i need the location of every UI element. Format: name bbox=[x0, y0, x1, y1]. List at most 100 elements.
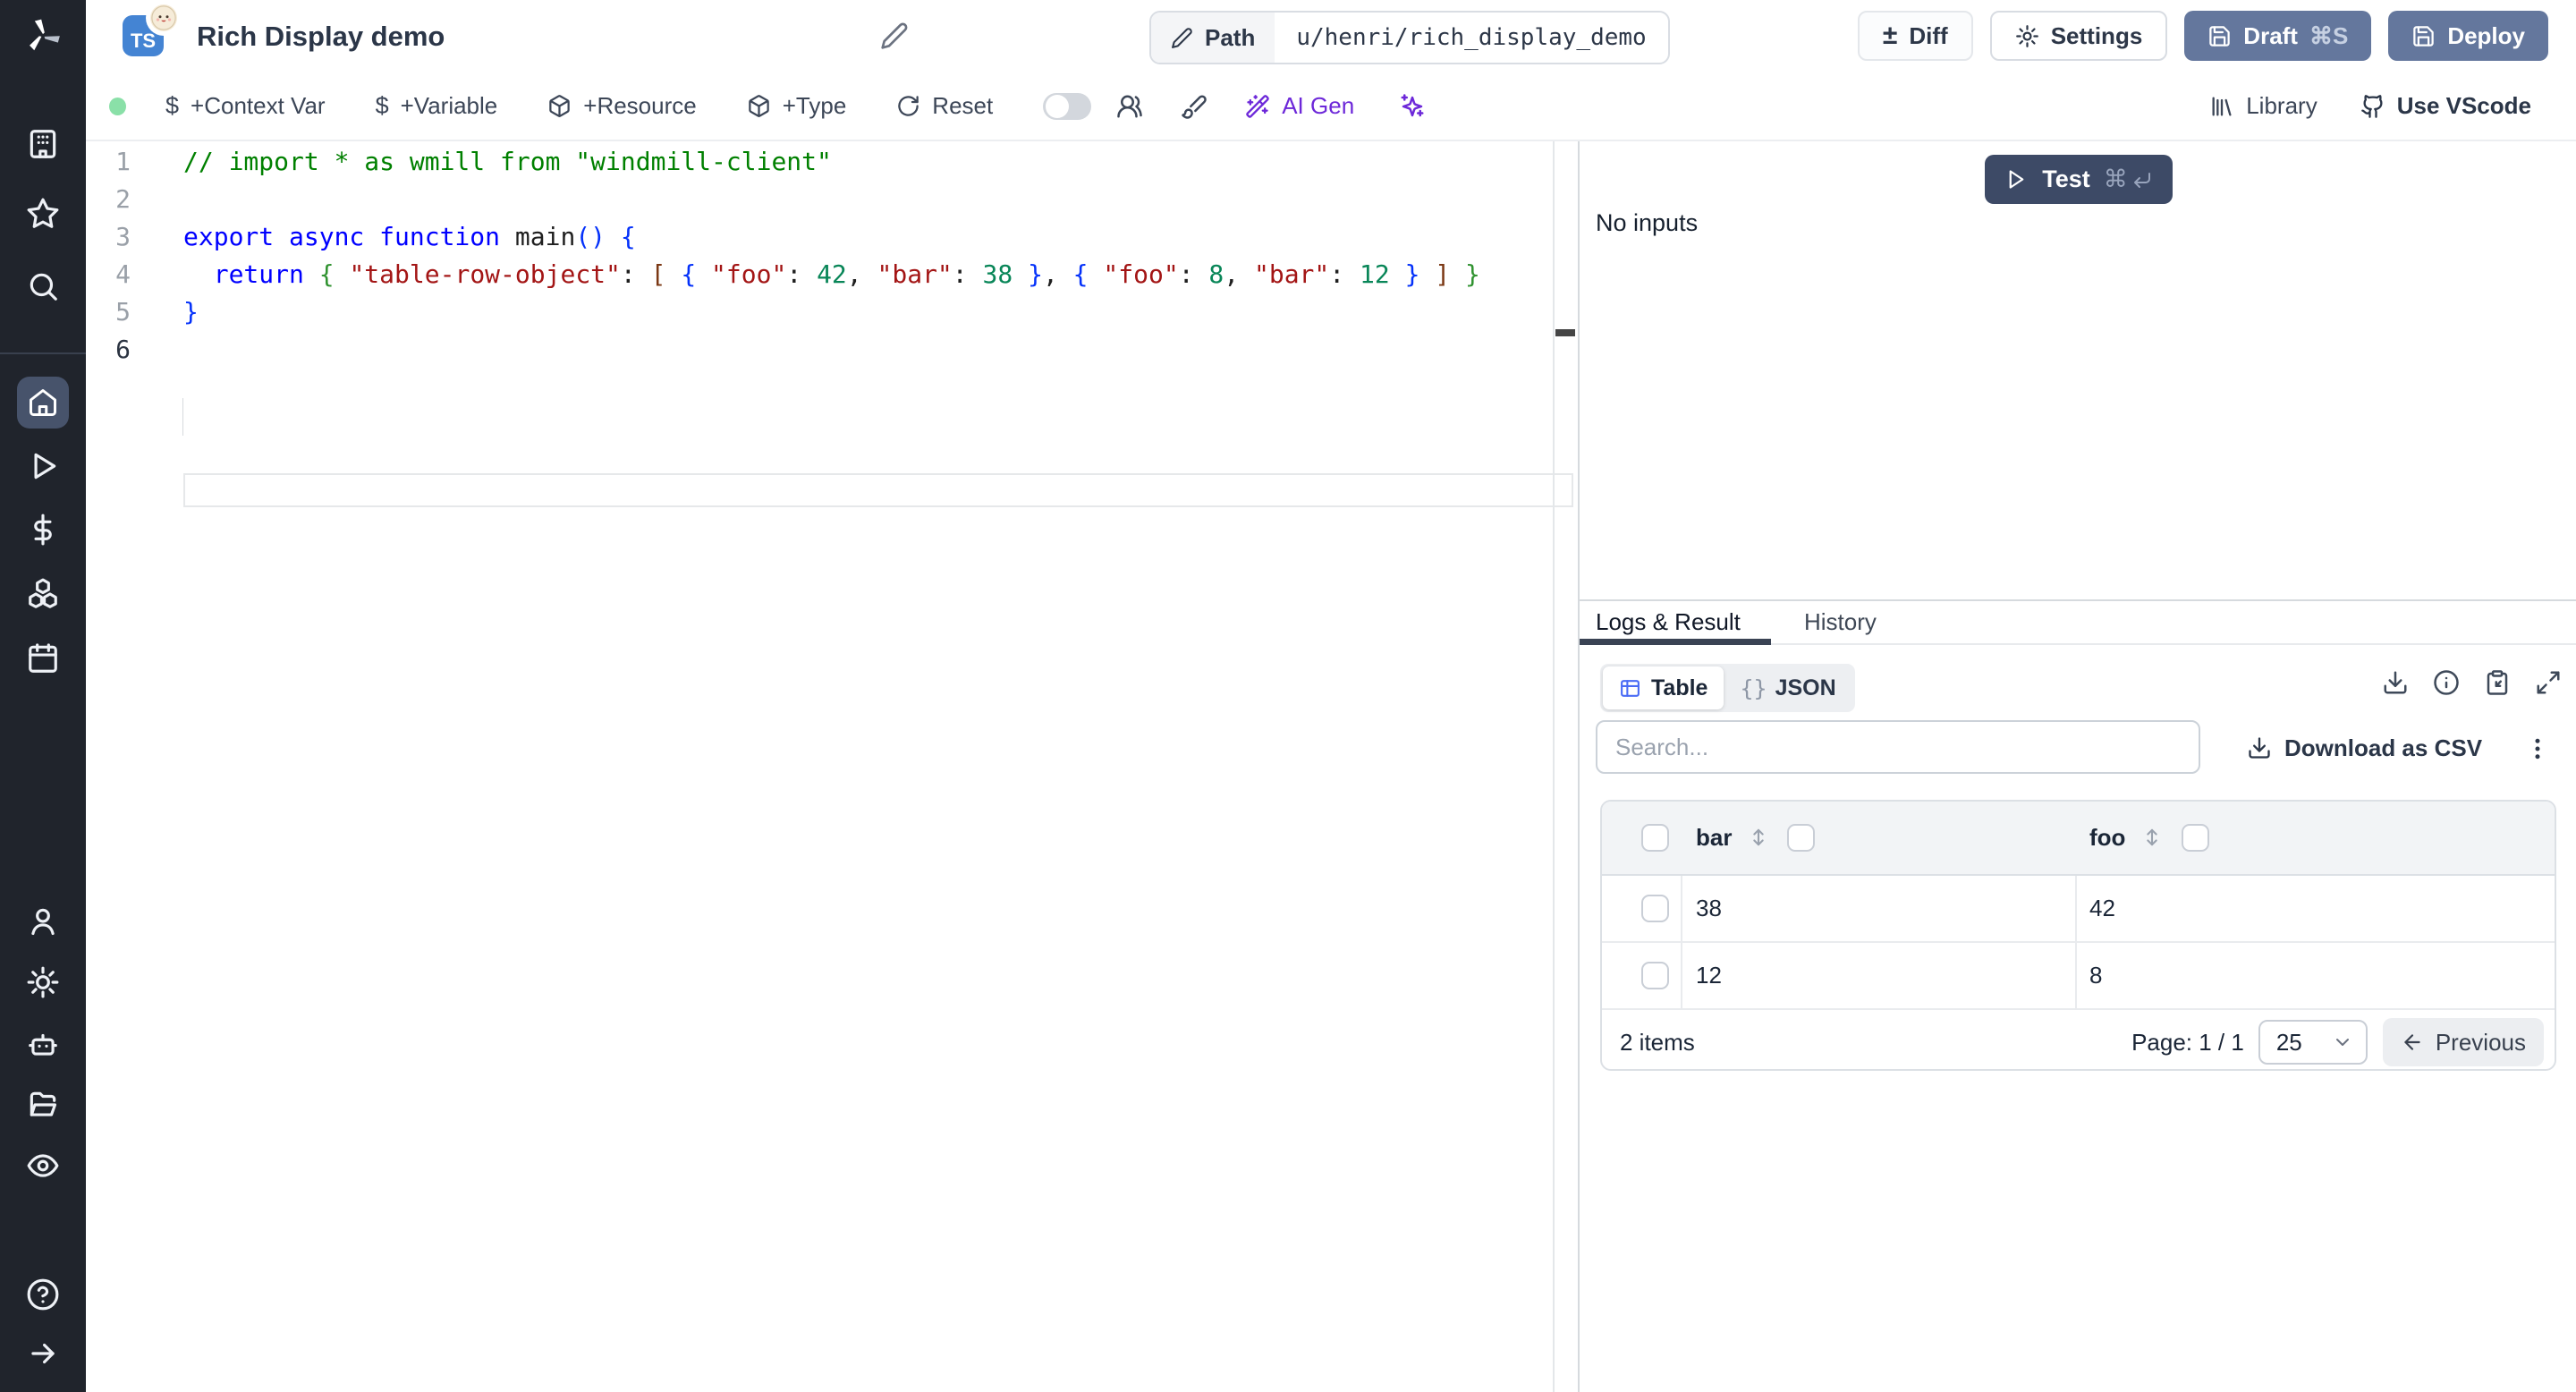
test-button[interactable]: Test ⌘ bbox=[1985, 155, 2173, 204]
column-foo-checkbox[interactable] bbox=[2182, 824, 2209, 852]
wand-icon bbox=[1246, 94, 1269, 118]
ai-sparkles-button[interactable] bbox=[1399, 93, 1426, 120]
add-type-button[interactable]: +Type bbox=[747, 92, 846, 120]
save-icon bbox=[2209, 25, 2231, 47]
row-checkbox[interactable] bbox=[1641, 895, 1669, 922]
column-header-foo[interactable]: foo bbox=[2089, 802, 2125, 874]
settings-button[interactable]: Settings bbox=[1989, 11, 2168, 61]
multiplayer-users-button[interactable] bbox=[1116, 93, 1143, 120]
column-header-bar[interactable]: bar bbox=[1696, 802, 1732, 874]
path-value[interactable]: u/henri/rich_display_demo bbox=[1275, 13, 1667, 63]
tab-logs-result[interactable]: Logs & Result bbox=[1596, 601, 1741, 642]
sidebar-item-users[interactable] bbox=[0, 904, 86, 938]
sidebar-item-audit-logs[interactable] bbox=[0, 1149, 86, 1183]
multiplayer-toggle[interactable] bbox=[1043, 92, 1092, 120]
info-icon[interactable] bbox=[2433, 669, 2460, 696]
row-checkbox[interactable] bbox=[1641, 962, 1669, 989]
tab-history[interactable]: History bbox=[1804, 601, 1877, 642]
search-input[interactable] bbox=[1597, 722, 2199, 772]
kebab-icon bbox=[2535, 738, 2540, 760]
arrow-left-icon bbox=[2404, 1034, 2420, 1050]
diff-button[interactable]: ± Diff bbox=[1857, 11, 1973, 61]
code-line[interactable] bbox=[183, 181, 1480, 218]
sidebar-item-folders[interactable] bbox=[0, 1088, 86, 1122]
command-icon: ⌘ bbox=[2103, 166, 2128, 192]
windmill-logo[interactable] bbox=[0, 16, 86, 55]
brush-icon bbox=[1182, 94, 1207, 119]
table-row[interactable]: 38 42 bbox=[1602, 876, 2555, 943]
clipboard-copy-icon[interactable] bbox=[2484, 669, 2511, 696]
table-row[interactable]: 12 8 bbox=[1602, 943, 2555, 1010]
table-search[interactable] bbox=[1596, 720, 2200, 774]
building-icon bbox=[30, 130, 56, 158]
select-all-checkbox[interactable] bbox=[1641, 824, 1669, 852]
code-line[interactable]: export async function main() { bbox=[183, 218, 1480, 256]
sidebar-item-variables[interactable] bbox=[0, 513, 86, 547]
column-bar-checkbox[interactable] bbox=[1787, 824, 1815, 852]
boxes-icon bbox=[29, 578, 57, 608]
view-json-label: JSON bbox=[1775, 675, 1836, 700]
code-line[interactable]: } bbox=[183, 293, 1480, 331]
add-resource-button[interactable]: +Resource bbox=[547, 92, 697, 120]
draft-shortcut: ⌘S bbox=[2309, 21, 2349, 49]
path-editor[interactable]: Path u/henri/rich_display_demo bbox=[1149, 11, 1670, 64]
download-csv-button[interactable]: Download as CSV bbox=[2247, 723, 2482, 773]
sidebar-item-expand[interactable] bbox=[0, 1337, 86, 1371]
code-line[interactable]: // import * as wmill from "windmill-clie… bbox=[183, 143, 1480, 181]
expand-icon[interactable] bbox=[2535, 669, 2562, 696]
gear-icon bbox=[27, 966, 59, 998]
sidebar-item-search[interactable] bbox=[0, 269, 86, 303]
sidebar-item-resources[interactable] bbox=[0, 577, 86, 611]
dollar-icon: $ bbox=[375, 92, 389, 119]
sidebar-item-workspace[interactable] bbox=[0, 127, 86, 161]
sidebar-item-schedules[interactable] bbox=[0, 641, 86, 675]
header-actions: ± Diff Settings Draft ⌘S Deploy bbox=[1857, 11, 2548, 61]
users-icon bbox=[1117, 95, 1142, 117]
page-indicator: Page: 1 / 1 bbox=[2131, 1028, 2244, 1056]
pencil-icon bbox=[881, 22, 908, 49]
sidebar-item-settings[interactable] bbox=[0, 965, 86, 999]
sort-icon[interactable] bbox=[2140, 825, 2165, 850]
result-actions bbox=[2382, 669, 2562, 696]
use-vscode-button[interactable]: Use VScode bbox=[2360, 92, 2531, 120]
more-options-button[interactable] bbox=[2524, 735, 2551, 762]
search-icon bbox=[30, 273, 57, 301]
sidebar-item-workers[interactable] bbox=[0, 1027, 86, 1061]
code-line[interactable] bbox=[183, 331, 1480, 369]
download-icon[interactable] bbox=[2382, 669, 2409, 696]
chevron-down-icon bbox=[2335, 1039, 2349, 1046]
previous-page-button[interactable]: Previous bbox=[2382, 1018, 2544, 1066]
line-number: 1 bbox=[115, 147, 131, 176]
sparkles-icon bbox=[1401, 93, 1424, 116]
deploy-button[interactable]: Deploy bbox=[2388, 11, 2548, 61]
active-tab-underline bbox=[1580, 639, 1771, 645]
deploy-label: Deploy bbox=[2447, 21, 2525, 49]
sidebar-item-home[interactable] bbox=[17, 377, 69, 429]
cell-foo: 42 bbox=[2089, 895, 2115, 921]
sidebar-item-help[interactable] bbox=[0, 1277, 86, 1311]
pencil-icon bbox=[1172, 27, 1192, 48]
sidebar-item-favorites[interactable] bbox=[0, 197, 86, 231]
sort-icon[interactable] bbox=[1746, 825, 1771, 850]
home-icon bbox=[30, 389, 56, 416]
add-variable-button[interactable]: $ +Variable bbox=[376, 92, 498, 120]
add-context-var-button[interactable]: $ +Context Var bbox=[165, 92, 326, 120]
diff-label: Diff bbox=[1909, 21, 1948, 49]
sidebar-item-runs[interactable] bbox=[0, 449, 86, 483]
format-button[interactable] bbox=[1181, 93, 1208, 120]
help-circle-icon bbox=[27, 1278, 59, 1311]
reset-button[interactable]: Reset bbox=[896, 92, 993, 120]
page-size-select[interactable]: 25 bbox=[2258, 1020, 2368, 1065]
test-shortcut: ⌘ bbox=[2104, 166, 2153, 193]
code-line[interactable]: return { "table-row-object": [ { "foo": … bbox=[183, 256, 1480, 293]
code-editor[interactable]: 1 2 3 4 5 6 // import * as wmill from "windmi… bbox=[86, 141, 1578, 1392]
ai-gen-button[interactable]: AI Gen bbox=[1245, 92, 1354, 120]
no-inputs-label: No inputs bbox=[1596, 209, 1699, 236]
view-json-button[interactable]: {} JSON bbox=[1724, 666, 1852, 709]
edit-summary-button[interactable] bbox=[880, 21, 909, 50]
draft-button[interactable]: Draft ⌘S bbox=[2184, 11, 2372, 61]
view-table-button[interactable]: Table bbox=[1603, 666, 1724, 709]
download-icon bbox=[2249, 737, 2270, 759]
editor-scrollbar-track[interactable] bbox=[1553, 141, 1555, 1392]
library-button[interactable]: Library bbox=[2209, 92, 2318, 120]
